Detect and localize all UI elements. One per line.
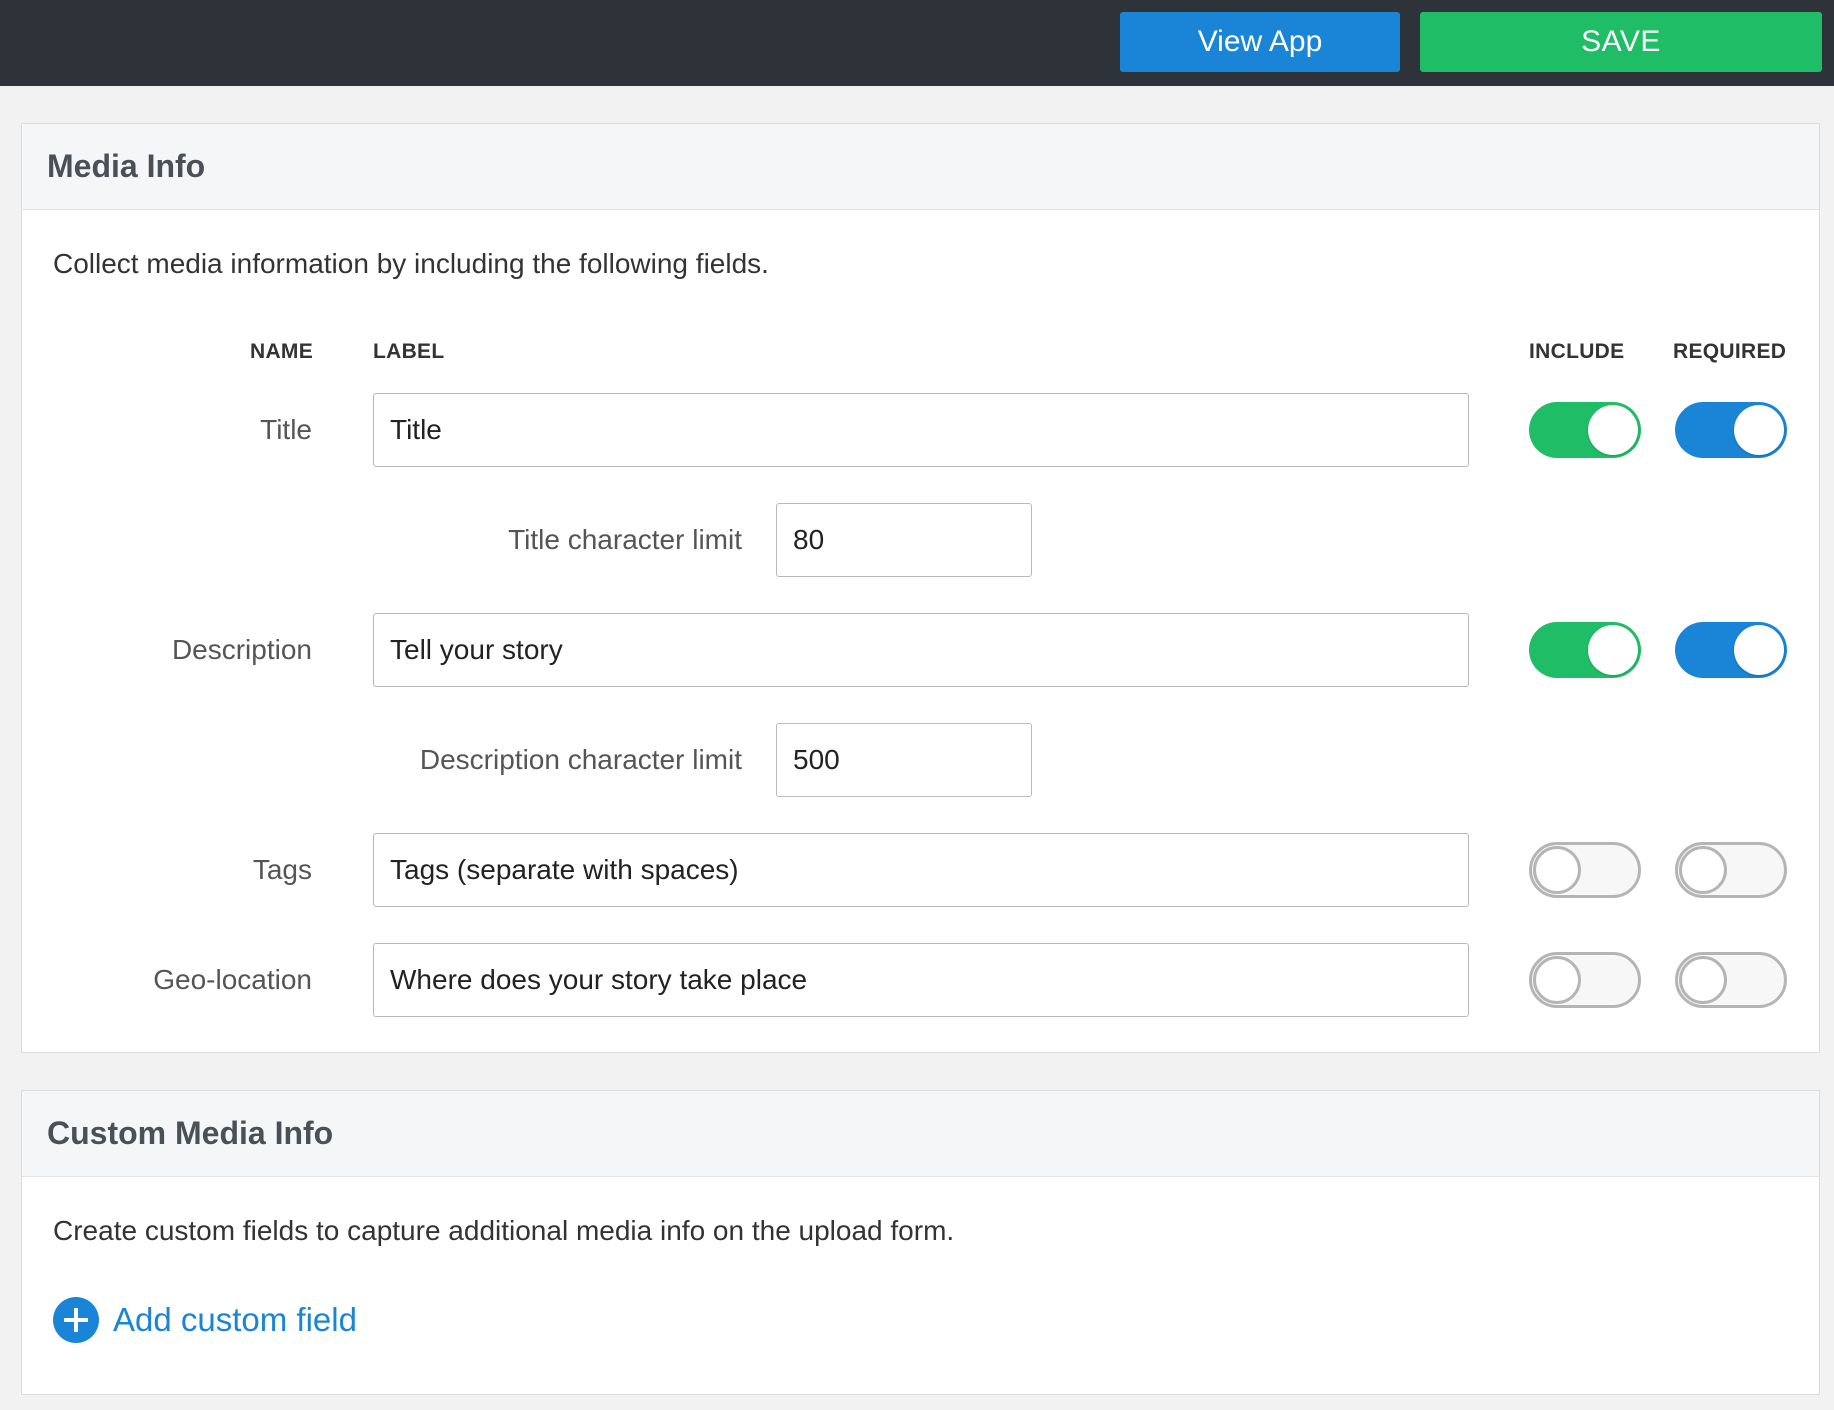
plus-circle-icon[interactable] [53,1297,99,1343]
geo-location-label-input[interactable] [373,943,1469,1017]
view-app-button[interactable]: View App [1120,12,1400,72]
field-name-geo-location: Geo-location [153,964,312,995]
tags-required-toggle[interactable] [1675,842,1787,898]
field-name-title: Title [260,414,312,445]
geo-location-include-toggle[interactable] [1529,952,1641,1008]
description-include-toggle[interactable] [1529,622,1641,678]
description-limit-input[interactable] [776,723,1032,797]
title-required-toggle[interactable] [1675,402,1787,458]
tags-include-toggle[interactable] [1529,842,1641,898]
toggle-knob [1533,846,1581,894]
field-name-description: Description [171,634,312,665]
title-include-toggle[interactable] [1529,402,1641,458]
toggle-knob [1533,956,1581,1004]
custom-media-info-panel: Custom Media Info Create custom fields t… [21,1090,1820,1395]
description-required-toggle[interactable] [1675,622,1787,678]
description-limit-label: Description character limit [419,744,742,775]
custom-media-info-description: Create custom fields to capture addition… [53,1215,955,1246]
description-label-input[interactable] [373,613,1469,687]
toggle-knob [1588,625,1638,675]
save-button[interactable]: SAVE [1420,12,1822,72]
toggle-knob [1679,846,1727,894]
field-name-tags: Tags [252,854,312,885]
title-limit-input[interactable] [776,503,1032,577]
toggle-knob [1588,405,1638,455]
tags-label-input[interactable] [373,833,1469,907]
media-info-header: Media Info [22,124,1819,210]
column-header-required: REQUIRED [1673,340,1787,363]
add-custom-field-label[interactable]: Add custom field [113,1301,357,1339]
media-info-panel: Media Info Collect media information by … [21,123,1820,1053]
column-header-name: NAME [250,340,314,363]
media-info-description: Collect media information by including t… [53,248,769,279]
column-header-include: INCLUDE [1529,340,1625,363]
top-bar: View App SAVE [0,0,1834,86]
toggle-knob [1679,956,1727,1004]
column-header-label: LABEL [373,340,445,363]
geo-location-required-toggle[interactable] [1675,952,1787,1008]
media-info-title: Media Info [47,148,206,184]
custom-media-info-header: Custom Media Info [22,1091,1819,1177]
title-limit-label: Title character limit [508,524,742,555]
toggle-knob [1734,405,1784,455]
title-label-input[interactable] [373,393,1469,467]
toggle-knob [1734,625,1784,675]
custom-media-info-title: Custom Media Info [47,1115,334,1151]
add-custom-field-link[interactable]: Add custom field [53,1297,357,1343]
